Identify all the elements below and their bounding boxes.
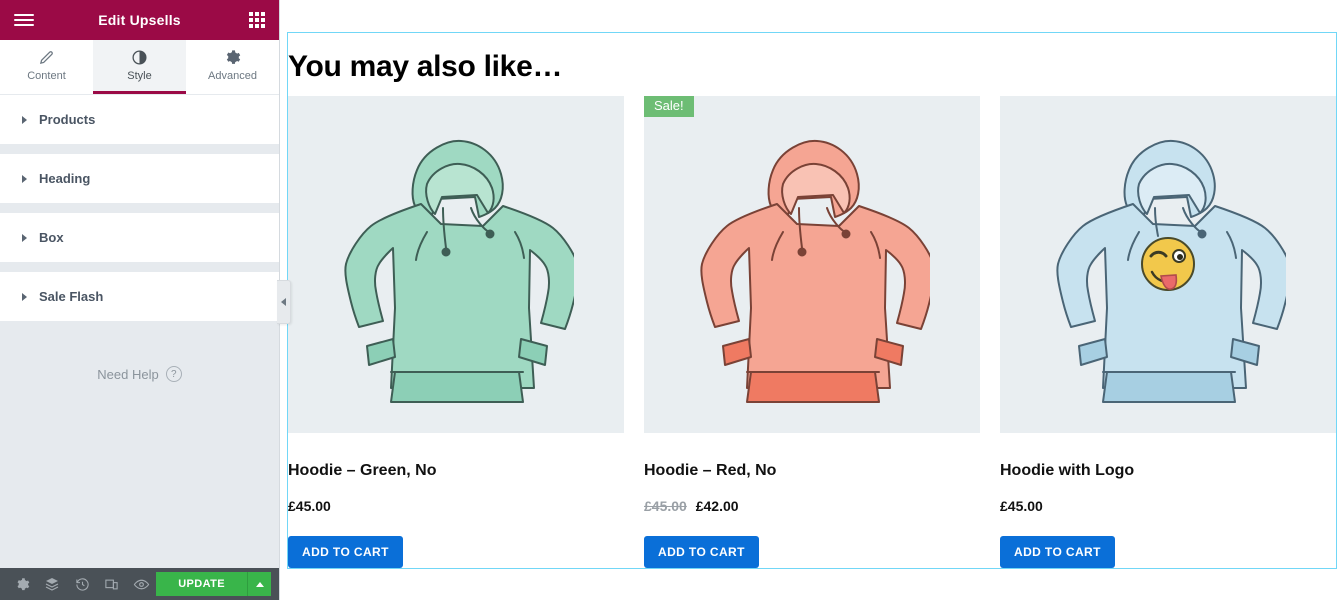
tab-style-label: Style bbox=[127, 70, 152, 82]
product-price: £45.00 £42.00 bbox=[644, 498, 980, 514]
update-button[interactable]: UPDATE bbox=[156, 572, 248, 596]
style-sections: Products Heading Box Sale Flash bbox=[0, 95, 279, 322]
products-grid: Hoodie – Green, No £45.00 ADD TO CART Sa… bbox=[288, 96, 1336, 568]
product-title[interactable]: Hoodie with Logo bbox=[1000, 461, 1336, 480]
tab-style[interactable]: Style bbox=[93, 40, 186, 94]
need-help-label: Need Help bbox=[97, 366, 159, 382]
pencil-icon bbox=[39, 51, 53, 65]
editor-panel: Edit Upsells Content Style Advanced Prod… bbox=[0, 0, 291, 600]
panel-filler: Need Help ? bbox=[0, 322, 279, 568]
caret-right-icon bbox=[22, 292, 27, 301]
product-price-current: £45.00 bbox=[1000, 498, 1043, 514]
settings-gear-icon[interactable] bbox=[8, 568, 38, 600]
section-heading[interactable]: Heading bbox=[0, 154, 279, 204]
need-help-link[interactable]: Need Help ? bbox=[0, 366, 279, 382]
product-card[interactable]: Sale! Hoodie – Red, No £45.00 £42.00 ADD… bbox=[644, 96, 980, 568]
green-hoodie-illustration bbox=[343, 140, 574, 404]
section-products[interactable]: Products bbox=[0, 95, 279, 145]
gear-icon bbox=[226, 50, 241, 64]
hamburger-icon[interactable] bbox=[14, 14, 34, 26]
page-title: You may also like… bbox=[288, 50, 563, 83]
update-options-button[interactable] bbox=[247, 572, 272, 596]
history-clock-icon[interactable] bbox=[67, 568, 97, 600]
contrast-icon bbox=[132, 50, 147, 65]
section-sale-flash[interactable]: Sale Flash bbox=[0, 272, 279, 322]
layers-navigator-icon[interactable] bbox=[38, 568, 68, 600]
product-image[interactable]: Sale! bbox=[644, 96, 980, 433]
product-price: £45.00 bbox=[1000, 498, 1336, 514]
elementor-editor: Edit Upsells Content Style Advanced Prod… bbox=[0, 0, 1344, 600]
tab-content-label: Content bbox=[27, 70, 66, 82]
product-title[interactable]: Hoodie – Red, No bbox=[644, 461, 980, 480]
section-products-label: Products bbox=[39, 112, 96, 127]
sale-badge: Sale! bbox=[644, 96, 694, 118]
tab-content[interactable]: Content bbox=[0, 40, 93, 94]
add-to-cart-button[interactable]: ADD TO CART bbox=[288, 536, 403, 568]
product-image[interactable] bbox=[1000, 96, 1336, 433]
product-price-regular: £45.00 bbox=[644, 498, 687, 514]
preview-canvas: You may also like… Hoodie – Green, No £4… bbox=[280, 0, 1344, 600]
blue-hoodie-with-logo-illustration bbox=[1055, 140, 1286, 404]
panel-footer-toolbar: UPDATE bbox=[0, 568, 279, 600]
panel-tabs: Content Style Advanced bbox=[0, 40, 279, 95]
caret-right-icon bbox=[22, 174, 27, 183]
red-hoodie-illustration bbox=[699, 140, 930, 404]
add-to-cart-button[interactable]: ADD TO CART bbox=[1000, 536, 1115, 568]
winking-tongue-emoji bbox=[1140, 237, 1195, 292]
preview-eye-icon[interactable] bbox=[127, 568, 157, 600]
grid-icon[interactable] bbox=[249, 12, 265, 28]
question-circle-icon: ? bbox=[165, 366, 182, 382]
chevron-left-icon bbox=[281, 298, 286, 306]
caret-up-icon bbox=[255, 581, 264, 587]
product-image[interactable] bbox=[288, 96, 624, 433]
product-title[interactable]: Hoodie – Green, No bbox=[288, 461, 624, 480]
section-sale-flash-label: Sale Flash bbox=[39, 289, 104, 304]
product-price-current: £45.00 bbox=[288, 498, 331, 514]
panel-collapse-handle[interactable] bbox=[277, 280, 291, 324]
product-card[interactable]: Hoodie – Green, No £45.00 ADD TO CART bbox=[288, 96, 624, 568]
tab-advanced[interactable]: Advanced bbox=[186, 40, 279, 94]
tab-advanced-label: Advanced bbox=[208, 70, 257, 82]
panel-title: Edit Upsells bbox=[98, 12, 181, 28]
caret-right-icon bbox=[22, 233, 27, 242]
product-price-sale: £42.00 bbox=[695, 498, 739, 514]
section-box-label: Box bbox=[39, 230, 64, 245]
upsells-heading-block[interactable]: You may also like… bbox=[288, 33, 1336, 101]
add-to-cart-button[interactable]: ADD TO CART bbox=[644, 536, 759, 568]
panel-header: Edit Upsells bbox=[0, 0, 279, 40]
caret-right-icon bbox=[22, 115, 27, 124]
product-card[interactable]: Hoodie with Logo £45.00 ADD TO CART bbox=[1000, 96, 1336, 568]
section-box[interactable]: Box bbox=[0, 213, 279, 263]
product-price: £45.00 bbox=[288, 498, 624, 514]
section-heading-label: Heading bbox=[39, 171, 91, 186]
responsive-mode-icon[interactable] bbox=[97, 568, 127, 600]
update-button-group: UPDATE bbox=[156, 572, 272, 596]
